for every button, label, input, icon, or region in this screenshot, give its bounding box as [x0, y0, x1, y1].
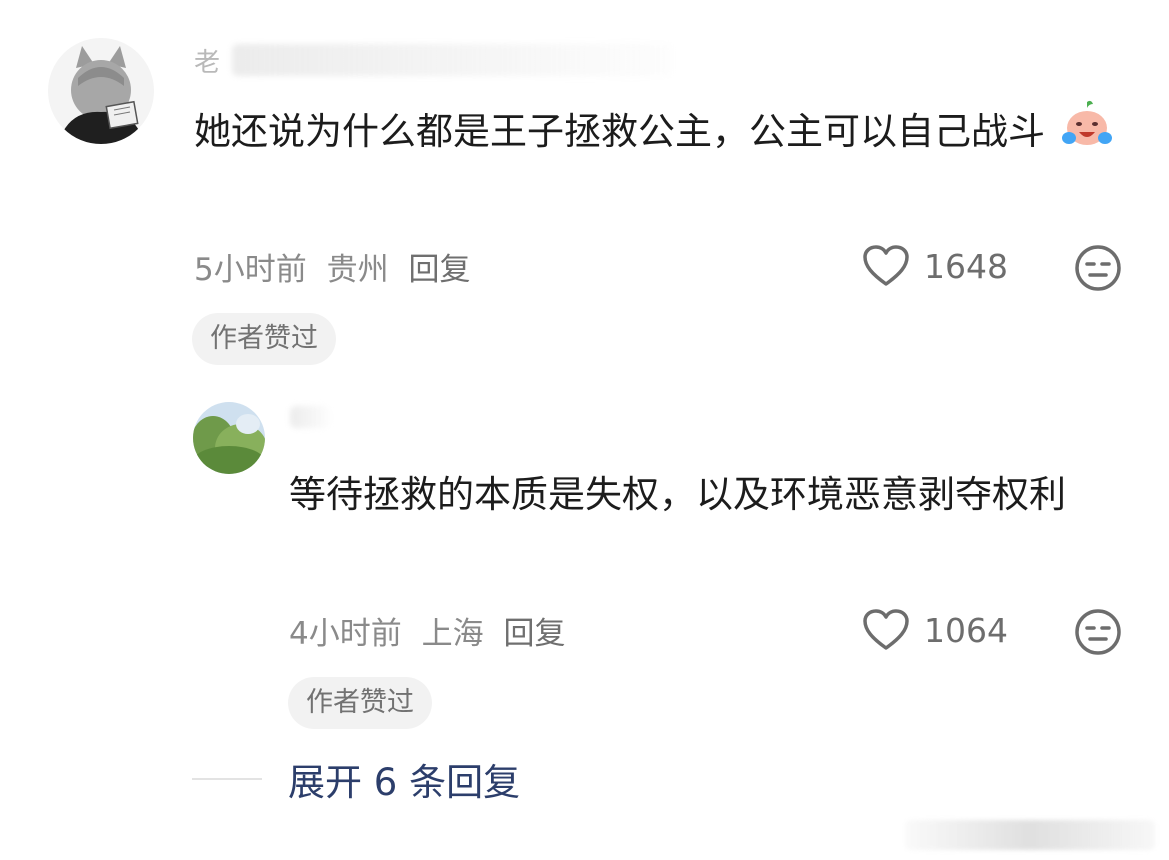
- crying-laughing-emoji-icon: [1061, 100, 1113, 167]
- expand-replies-label[interactable]: 展开 6 条回复: [288, 752, 520, 806]
- reply-username-redaction: [290, 406, 330, 428]
- reply-timestamp: 4小时前: [289, 616, 402, 652]
- like-button[interactable]: 1648: [862, 244, 1008, 288]
- reply-reply-button[interactable]: 回复: [503, 616, 565, 652]
- dislike-button[interactable]: [1074, 244, 1122, 292]
- reply-button[interactable]: 回复: [408, 252, 470, 288]
- reply-author-liked-badge: 作者赞过: [288, 677, 432, 729]
- location: 贵州: [326, 252, 389, 288]
- avatar[interactable]: [48, 38, 154, 144]
- heart-icon: [863, 609, 909, 650]
- reply-text: 等待拯救的本质是失权，以及环境恶意剥夺权利: [289, 464, 1139, 526]
- reply-like-count: 1064: [924, 610, 1008, 650]
- heart-icon: [863, 245, 909, 286]
- expand-replies[interactable]: 展开 6 条回复: [192, 752, 520, 806]
- author-liked-badge: 作者赞过: [192, 313, 336, 365]
- like-count: 1648: [924, 246, 1008, 286]
- reply-dislike-button[interactable]: [1074, 608, 1122, 656]
- username-redaction: [232, 44, 672, 76]
- watermark: [905, 820, 1155, 850]
- neutral-face-icon: [1075, 609, 1121, 655]
- neutral-face-icon: [1075, 245, 1121, 291]
- expand-divider: [192, 778, 262, 780]
- comment-body: 她还说为什么都是王子拯救公主，公主可以自己战斗: [194, 110, 1045, 153]
- reply-like-button[interactable]: 1064: [862, 608, 1008, 652]
- reply-location: 上海: [421, 616, 484, 652]
- reply-avatar[interactable]: [193, 402, 265, 474]
- comment-text: 她还说为什么都是王子拯救公主，公主可以自己战斗: [194, 100, 1124, 167]
- username[interactable]: 老: [194, 42, 220, 79]
- comment-meta: 5小时前 贵州 回复: [194, 244, 480, 289]
- reply-meta: 4小时前 上海 回复: [289, 608, 575, 653]
- reply-body: 等待拯救的本质是失权，以及环境恶意剥夺权利: [289, 473, 1066, 516]
- timestamp: 5小时前: [194, 252, 307, 288]
- username-text: 老: [194, 48, 221, 78]
